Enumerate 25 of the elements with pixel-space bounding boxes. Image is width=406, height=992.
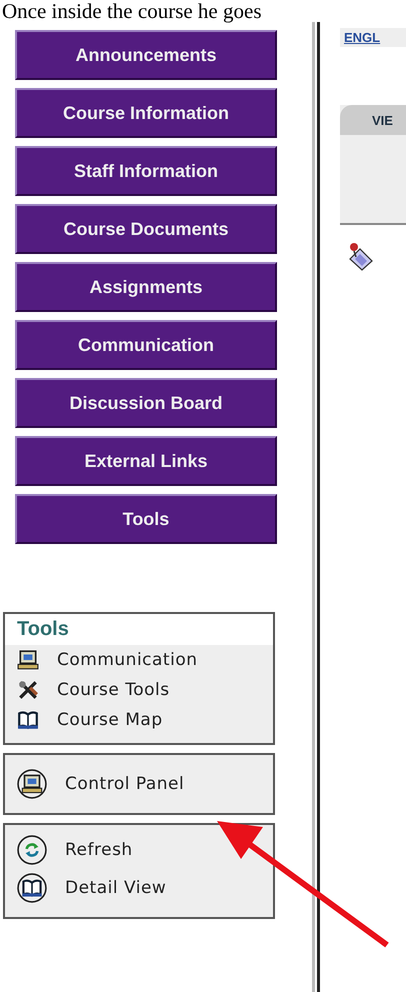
panel-title: Tools xyxy=(5,614,273,645)
view-tab[interactable]: VIE xyxy=(340,105,406,135)
caption-text: Once inside the course he goes xyxy=(1,0,262,22)
nav-button[interactable]: Discussion Board xyxy=(15,378,277,428)
refresh-icon xyxy=(17,835,47,865)
nav-button[interactable]: Course Information xyxy=(15,88,277,138)
nav-button[interactable]: Tools xyxy=(15,494,277,544)
tool-link[interactable]: Communication xyxy=(5,645,273,675)
tools-icon xyxy=(17,679,39,701)
tool-link[interactable]: Course Tools xyxy=(5,675,273,705)
nav-button[interactable]: Communication xyxy=(15,320,277,370)
nav-button[interactable]: Staff Information xyxy=(15,146,277,196)
view-link[interactable]: Refresh xyxy=(5,831,273,869)
book-icon xyxy=(17,873,47,903)
monitor-icon xyxy=(17,649,39,671)
nav-button[interactable]: Assignments xyxy=(15,262,277,312)
nav-button[interactable]: External Links xyxy=(15,436,277,486)
course-link[interactable]: ENGL xyxy=(340,28,406,47)
control-panel-link[interactable]: Control Panel xyxy=(5,765,273,803)
tool-link[interactable]: Course Map xyxy=(5,705,273,735)
book-icon xyxy=(17,709,39,731)
nav-button[interactable]: Announcements xyxy=(15,30,277,80)
monitor-icon xyxy=(17,769,47,799)
nav-button[interactable]: Course Documents xyxy=(15,204,277,254)
view-link[interactable]: Detail View xyxy=(5,869,273,907)
